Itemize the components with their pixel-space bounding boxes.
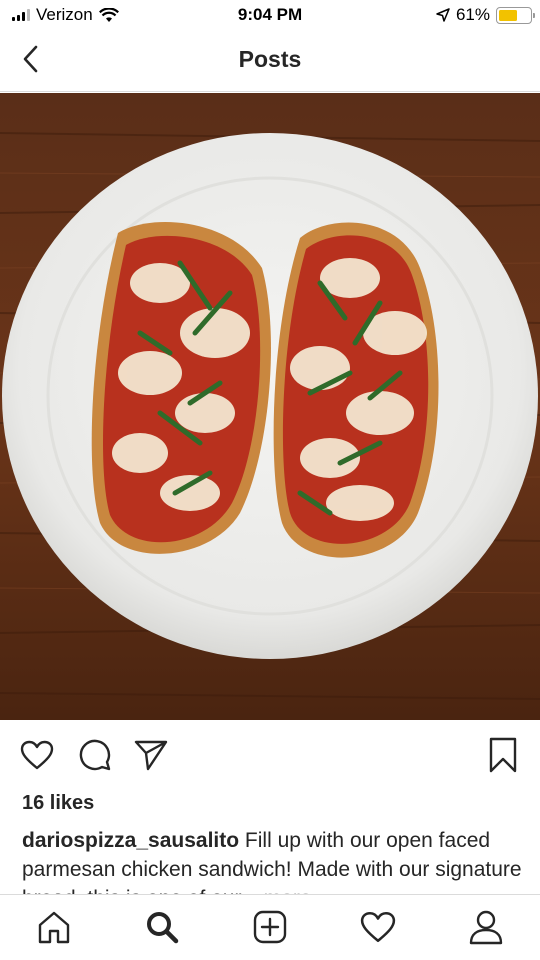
tab-home[interactable]	[34, 907, 74, 947]
comment-icon	[79, 739, 111, 771]
search-icon	[147, 912, 179, 944]
tab-search[interactable]	[142, 907, 182, 947]
home-icon	[38, 911, 70, 944]
status-right: 61%	[436, 5, 535, 25]
nav-header: Posts	[0, 30, 540, 92]
battery-fill	[499, 9, 518, 21]
likes-count[interactable]: 16 likes	[22, 792, 94, 815]
more-link[interactable]: more	[258, 887, 312, 894]
heart-icon	[20, 740, 54, 770]
page-title: Posts	[238, 46, 302, 72]
share-icon	[134, 740, 168, 771]
post-caption: dariospizza_sausalito Fill up with our o…	[22, 826, 522, 894]
bookmark-icon	[489, 737, 517, 773]
battery-icon	[496, 6, 535, 24]
bookmark-button[interactable]	[484, 736, 522, 774]
caption-username[interactable]: dariospizza_sausalito	[22, 829, 239, 852]
food-photo-illustration	[0, 93, 540, 720]
comment-button[interactable]	[76, 736, 114, 774]
post-action-row	[0, 730, 540, 780]
battery-percent: 61%	[455, 5, 490, 24]
post-photo[interactable]	[0, 93, 540, 720]
location-arrow-icon	[436, 8, 450, 22]
activity-icon	[360, 911, 396, 943]
like-button[interactable]	[18, 736, 56, 774]
tab-activity[interactable]	[358, 907, 398, 947]
share-button[interactable]	[132, 736, 170, 774]
bottom-tab-bar	[0, 894, 540, 960]
status-bar: Verizon 9:04 PM 61%	[0, 0, 540, 30]
profile-icon	[469, 910, 503, 945]
tab-profile[interactable]	[466, 907, 506, 947]
tab-new-post[interactable]	[250, 907, 290, 947]
new-post-icon	[253, 910, 287, 944]
